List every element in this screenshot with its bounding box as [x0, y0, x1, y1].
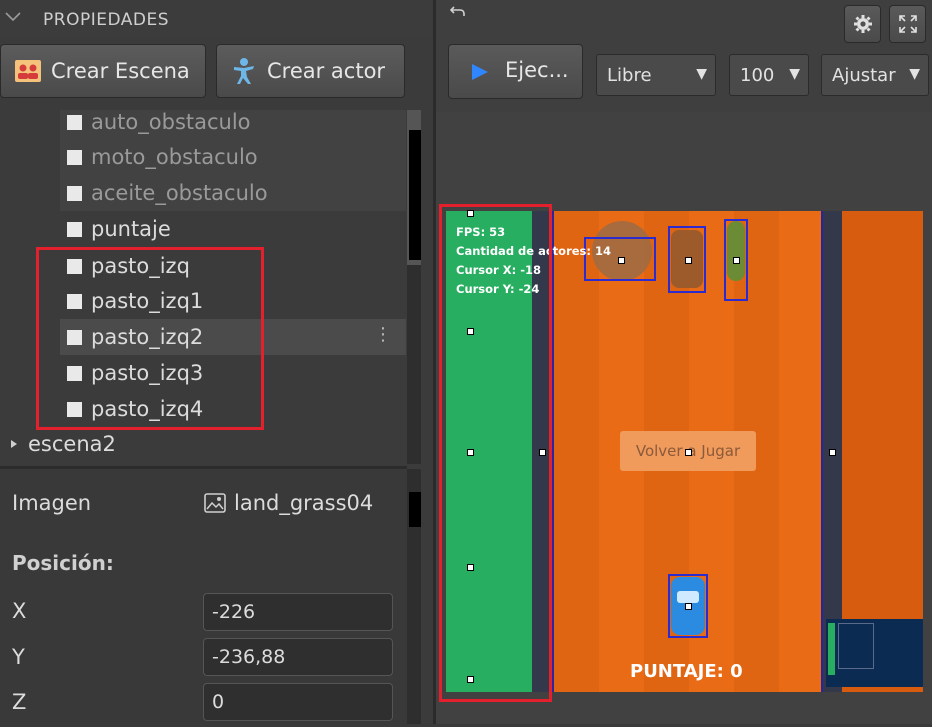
- checkbox[interactable]: [67, 114, 82, 130]
- selection-handle[interactable]: [685, 257, 692, 264]
- selection-handle[interactable]: [618, 257, 625, 264]
- highlight-box: [439, 204, 552, 702]
- scrollbar-mask: [409, 492, 421, 527]
- scene-icon: [15, 58, 41, 84]
- create-scene-button[interactable]: Crear Escena: [0, 44, 206, 98]
- panel-header[interactable]: PROPIEDADES: [0, 0, 433, 38]
- zoom-select-value: 100: [740, 64, 775, 86]
- play-icon: [472, 64, 488, 80]
- z-label: Z: [12, 690, 27, 714]
- tree-item-label: auto_obstaculo: [91, 110, 251, 134]
- highlight-box: [36, 247, 264, 430]
- mode-select-value: Libre: [607, 64, 652, 86]
- minimap[interactable]: [826, 619, 923, 687]
- dropdown-arrow-icon: ▼: [789, 66, 800, 82]
- checkbox[interactable]: [67, 221, 82, 237]
- undo-icon[interactable]: [449, 4, 466, 24]
- score-label: PUNTAJE: 0: [630, 661, 743, 682]
- properties-panel: PROPIEDADES Crear Escena Crear actor aut…: [0, 0, 433, 727]
- scrollbar-mask: [409, 130, 421, 260]
- more-options-icon[interactable]: ⋮: [374, 325, 392, 345]
- image-label: Imagen: [12, 491, 92, 515]
- position-header: Posición:: [12, 551, 114, 575]
- y-field[interactable]: -236,88: [203, 638, 393, 676]
- properties-section: Imagen land_grass04 Posición: X -226 Y -…: [0, 466, 407, 727]
- create-actor-label: Crear actor: [267, 59, 386, 83]
- tree-item-label: aceite_obstaculo: [91, 181, 268, 205]
- mode-select[interactable]: Libre ▼: [596, 54, 716, 96]
- tree-item-label: moto_obstaculo: [91, 145, 258, 169]
- gear-icon: [854, 15, 872, 33]
- run-label: Ejec...: [505, 58, 569, 82]
- expand-icon: [899, 15, 917, 33]
- tree-item-label: escena2: [28, 432, 116, 456]
- create-actor-button[interactable]: Crear actor: [216, 44, 405, 98]
- settings-button[interactable]: [844, 5, 881, 43]
- fullscreen-button[interactable]: [889, 5, 926, 43]
- tree-item-moto-obstaculo[interactable]: moto_obstaculo: [60, 139, 406, 175]
- y-label: Y: [12, 645, 25, 669]
- run-button[interactable]: Ejec...: [448, 44, 583, 99]
- selection-handle[interactable]: [733, 257, 740, 264]
- tree-item-label: puntaje: [91, 217, 171, 241]
- zoom-select[interactable]: 100 ▼: [729, 54, 809, 96]
- chevron-down-icon[interactable]: [4, 8, 22, 26]
- z-field[interactable]: 0: [203, 683, 393, 721]
- x-label: X: [12, 599, 27, 623]
- dropdown-arrow-icon: ▼: [696, 66, 707, 82]
- tree-item-aceite-obstaculo[interactable]: aceite_obstaculo: [60, 175, 406, 211]
- x-field[interactable]: -226: [203, 593, 393, 631]
- selection-handle[interactable]: [685, 449, 692, 456]
- image-icon: [204, 493, 226, 517]
- road-stripe: [554, 211, 599, 692]
- image-value[interactable]: land_grass04: [234, 491, 373, 515]
- tree-item-auto-obstaculo[interactable]: auto_obstaculo: [60, 110, 406, 140]
- panel-title: PROPIEDADES: [43, 10, 169, 30]
- selection-handle[interactable]: [685, 603, 692, 610]
- create-scene-label: Crear Escena: [51, 59, 190, 83]
- tree-item-escena2[interactable]: escena2: [10, 432, 116, 456]
- actor-icon: [231, 58, 257, 84]
- fit-select[interactable]: Ajustar ▼: [821, 54, 929, 96]
- tree-item-puntaje[interactable]: puntaje: [60, 211, 406, 247]
- chevron-right-icon[interactable]: [10, 439, 18, 449]
- checkbox[interactable]: [67, 149, 82, 165]
- dropdown-arrow-icon: ▼: [909, 66, 920, 82]
- fit-select-value: Ajustar: [832, 64, 896, 86]
- checkbox[interactable]: [67, 185, 82, 201]
- selection-handle[interactable]: [829, 449, 836, 456]
